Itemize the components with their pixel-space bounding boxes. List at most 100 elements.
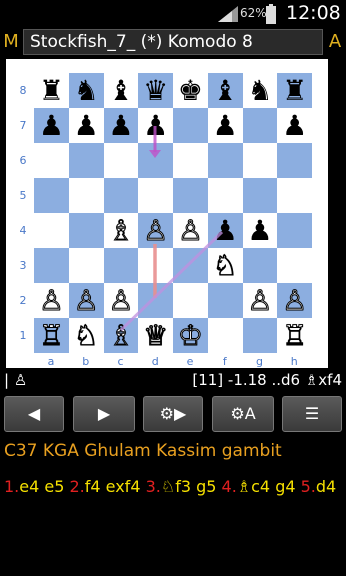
move-number: 5. — [300, 477, 316, 496]
square-g1[interactable] — [242, 318, 278, 353]
square-b6[interactable] — [68, 143, 104, 178]
square-b5[interactable] — [68, 178, 104, 213]
engine-eval: [11] -1.18 ..d6 ♗xf4 — [192, 371, 342, 389]
move-number: 2. — [69, 477, 85, 496]
piece-c2[interactable]: ♙ — [104, 283, 139, 318]
rank-label: 5 — [19, 189, 27, 202]
square-c6[interactable] — [103, 143, 139, 178]
piece-h2[interactable]: ♙ — [277, 283, 312, 318]
piece-f7[interactable]: ♟ — [208, 108, 243, 143]
piece-e8[interactable]: ♚ — [173, 73, 208, 108]
move-text[interactable]: d4 — [316, 477, 336, 496]
piece-e4[interactable]: ♙ — [173, 213, 208, 248]
engine-mode-button[interactable]: ⚙▶ — [143, 396, 203, 432]
move-list[interactable]: 1.e4 e5 2.f4 exf4 3.♘f3 g5 4.♗c4 g4 5.d4 — [4, 471, 342, 502]
square-a3[interactable] — [34, 248, 69, 283]
square-d3[interactable] — [138, 248, 173, 283]
square-e5[interactable] — [173, 178, 208, 213]
piece-f8[interactable]: ♝ — [208, 73, 243, 108]
piece-h1[interactable]: ♖ — [277, 318, 312, 353]
square-d5[interactable] — [138, 178, 173, 213]
move-text[interactable]: ♘f3 g5 — [161, 477, 222, 496]
square-f1[interactable] — [207, 318, 243, 353]
piece-c8[interactable]: ♝ — [104, 73, 139, 108]
piece-b7[interactable]: ♟ — [69, 108, 104, 143]
piece-g2[interactable]: ♙ — [243, 283, 278, 318]
rank-label: 4 — [19, 224, 27, 237]
piece-h7[interactable]: ♟ — [277, 108, 312, 143]
analysis-button[interactable]: A — [324, 29, 346, 55]
square-c5[interactable] — [103, 178, 139, 213]
square-f5[interactable] — [207, 178, 243, 213]
piece-a2[interactable]: ♙ — [34, 283, 69, 318]
rank-label: 2 — [19, 294, 27, 307]
square-h6[interactable] — [277, 143, 312, 178]
square-b4[interactable] — [68, 213, 104, 248]
clock: 12:08 — [286, 2, 341, 24]
square-f6[interactable] — [207, 143, 243, 178]
toolbar: ◀ ▶ ⚙▶ ⚙A ☰ — [0, 396, 346, 434]
square-g5[interactable] — [242, 178, 278, 213]
piece-c7[interactable]: ♟ — [104, 108, 139, 143]
move-text[interactable]: ♗c4 g4 — [237, 477, 296, 496]
square-e3[interactable] — [173, 248, 208, 283]
title-bar: M Stockfish_7_ (*) Komodo 8 A — [0, 29, 346, 56]
piece-e1[interactable]: ♔ — [173, 318, 208, 353]
file-label: e — [186, 355, 194, 368]
piece-h8[interactable]: ♜ — [277, 73, 312, 108]
square-d2[interactable] — [138, 283, 173, 318]
piece-a7[interactable]: ♟ — [34, 108, 69, 143]
move-text[interactable]: f4 exf4 — [85, 477, 146, 496]
piece-g4[interactable]: ♟ — [243, 213, 278, 248]
square-e6[interactable] — [173, 143, 208, 178]
opening-name: C37 KGA Ghulam Kassim gambit — [4, 441, 282, 461]
signal-icon — [218, 6, 238, 22]
piece-f3[interactable]: ♘ — [208, 248, 243, 283]
file-label: a — [47, 355, 55, 368]
square-d6[interactable] — [138, 143, 173, 178]
square-h5[interactable] — [277, 178, 312, 213]
square-g6[interactable] — [242, 143, 278, 178]
rank-label: 1 — [19, 329, 27, 342]
piece-b1[interactable]: ♘ — [69, 318, 104, 353]
square-a5[interactable] — [34, 178, 69, 213]
piece-d4[interactable]: ♙ — [138, 213, 173, 248]
square-h4[interactable] — [277, 213, 312, 248]
piece-b8[interactable]: ♞ — [69, 73, 104, 108]
square-e7[interactable] — [173, 108, 208, 143]
piece-d1[interactable]: ♕ — [138, 318, 173, 353]
battery-percent: 62% — [240, 6, 267, 20]
forward-button[interactable]: ▶ — [73, 396, 135, 432]
piece-d7[interactable]: ♟ — [138, 108, 173, 143]
square-h3[interactable] — [277, 248, 312, 283]
piece-a1[interactable]: ♖ — [34, 318, 69, 353]
rank-label: 8 — [19, 84, 27, 97]
piece-c4[interactable]: ♗ — [104, 213, 139, 248]
square-c3[interactable] — [103, 248, 139, 283]
square-b3[interactable] — [68, 248, 104, 283]
piece-b2[interactable]: ♙ — [69, 283, 104, 318]
square-g7[interactable] — [242, 108, 278, 143]
piece-a8[interactable]: ♜ — [34, 73, 69, 108]
square-a4[interactable] — [34, 213, 69, 248]
square-a6[interactable] — [34, 143, 69, 178]
piece-f4[interactable]: ♟ — [208, 213, 243, 248]
move-number: 4. — [221, 477, 237, 496]
menu-button[interactable]: ☰ — [282, 396, 342, 432]
back-button[interactable]: ◀ — [4, 396, 64, 432]
mode-button[interactable]: M — [0, 29, 22, 55]
rank-label: 3 — [19, 259, 27, 272]
move-text[interactable]: e4 e5 — [19, 477, 69, 496]
rank-label: 7 — [19, 119, 27, 132]
square-g3[interactable] — [242, 248, 278, 283]
move-number: 1. — [4, 477, 20, 496]
square-f2[interactable] — [207, 283, 243, 318]
chess-board[interactable]: ♜ ♞ ♝ ♛ ♚ ♝ ♞ ♜ ♟ ♟ ♟ ♟ ♟ ♟ ♗ ♙ ♙ ♟ ♟ ♘ ♙ ♙ ♙ ♙ ♙ ♖ ♘ ♗ ♕ ♔ ♖ — [34, 73, 312, 353]
piece-c1[interactable]: ♗ — [104, 318, 139, 353]
analysis-mode-button[interactable]: ⚙A — [212, 396, 274, 432]
piece-d8[interactable]: ♛ — [138, 73, 173, 108]
file-label: c — [117, 355, 124, 368]
square-e2[interactable] — [173, 283, 208, 318]
game-title[interactable]: Stockfish_7_ (*) Komodo 8 — [23, 29, 323, 55]
piece-g8[interactable]: ♞ — [243, 73, 278, 108]
